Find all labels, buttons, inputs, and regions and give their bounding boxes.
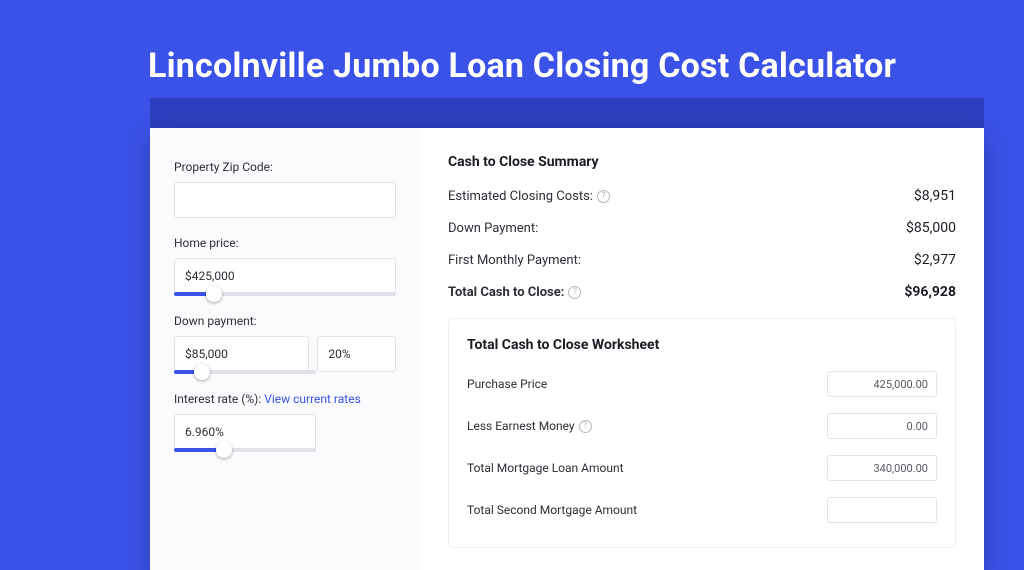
- down-payment-input[interactable]: [174, 336, 309, 372]
- summary-value: $2,977: [914, 252, 956, 268]
- home-price-slider[interactable]: [174, 292, 396, 296]
- inputs-panel: Property Zip Code: Home price: Down paym…: [150, 128, 420, 570]
- worksheet-input[interactable]: [827, 497, 937, 523]
- home-price-label: Home price:: [174, 236, 396, 250]
- interest-input[interactable]: [174, 414, 316, 450]
- worksheet-label: Purchase Price: [467, 377, 547, 391]
- worksheet-row: Less Earnest Money ?: [467, 413, 937, 439]
- interest-label: Interest rate (%): View current rates: [174, 392, 396, 406]
- worksheet-row: Total Second Mortgage Amount: [467, 497, 937, 523]
- worksheet-input[interactable]: [827, 371, 937, 397]
- help-icon[interactable]: ?: [568, 286, 581, 299]
- worksheet-label: Total Mortgage Loan Amount: [467, 461, 624, 475]
- worksheet-label-text: Less Earnest Money: [467, 419, 575, 433]
- summary-value: $8,951: [914, 188, 956, 204]
- summary-label-text: Estimated Closing Costs:: [448, 189, 593, 204]
- header-strip: [150, 98, 984, 128]
- summary-label: Down Payment:: [448, 221, 538, 236]
- field-down-payment: Down payment:: [174, 314, 396, 374]
- zip-label: Property Zip Code:: [174, 160, 396, 174]
- slider-thumb[interactable]: [194, 364, 210, 380]
- page-title: Lincolnville Jumbo Loan Closing Cost Cal…: [148, 46, 896, 86]
- down-payment-slider[interactable]: [174, 370, 316, 374]
- summary-total-label: Total Cash to Close: ?: [448, 285, 581, 300]
- zip-input[interactable]: [174, 182, 396, 218]
- summary-row: Estimated Closing Costs: ? $8,951: [448, 188, 956, 204]
- interest-label-text: Interest rate (%):: [174, 392, 261, 406]
- summary-value: $85,000: [906, 220, 956, 236]
- summary-total-value: $96,928: [904, 284, 956, 300]
- worksheet-heading: Total Cash to Close Worksheet: [467, 337, 937, 353]
- slider-thumb[interactable]: [206, 286, 222, 302]
- worksheet-input[interactable]: [827, 413, 937, 439]
- worksheet-row: Purchase Price: [467, 371, 937, 397]
- help-icon[interactable]: ?: [597, 190, 610, 203]
- field-home-price: Home price:: [174, 236, 396, 296]
- down-payment-pct-input[interactable]: [317, 336, 396, 372]
- field-zip: Property Zip Code:: [174, 160, 396, 218]
- help-icon[interactable]: ?: [579, 420, 592, 433]
- worksheet-label: Total Second Mortgage Amount: [467, 503, 637, 517]
- summary-total-row: Total Cash to Close: ? $96,928: [448, 284, 956, 300]
- summary-label: First Monthly Payment:: [448, 253, 581, 268]
- view-rates-link[interactable]: View current rates: [264, 392, 361, 406]
- worksheet-row: Total Mortgage Loan Amount: [467, 455, 937, 481]
- summary-row: First Monthly Payment: $2,977: [448, 252, 956, 268]
- down-payment-label: Down payment:: [174, 314, 396, 328]
- summary-label: Estimated Closing Costs: ?: [448, 189, 610, 204]
- worksheet-input[interactable]: [827, 455, 937, 481]
- worksheet-panel: Total Cash to Close Worksheet Purchase P…: [448, 318, 956, 548]
- summary-panel: Cash to Close Summary Estimated Closing …: [420, 128, 984, 570]
- field-interest: Interest rate (%): View current rates: [174, 392, 396, 452]
- interest-slider[interactable]: [174, 448, 316, 452]
- summary-total-label-text: Total Cash to Close:: [448, 285, 564, 300]
- slider-thumb[interactable]: [216, 442, 232, 458]
- calculator-card: Property Zip Code: Home price: Down paym…: [150, 128, 984, 570]
- summary-row: Down Payment: $85,000: [448, 220, 956, 236]
- summary-heading: Cash to Close Summary: [448, 154, 956, 170]
- worksheet-label: Less Earnest Money ?: [467, 419, 592, 433]
